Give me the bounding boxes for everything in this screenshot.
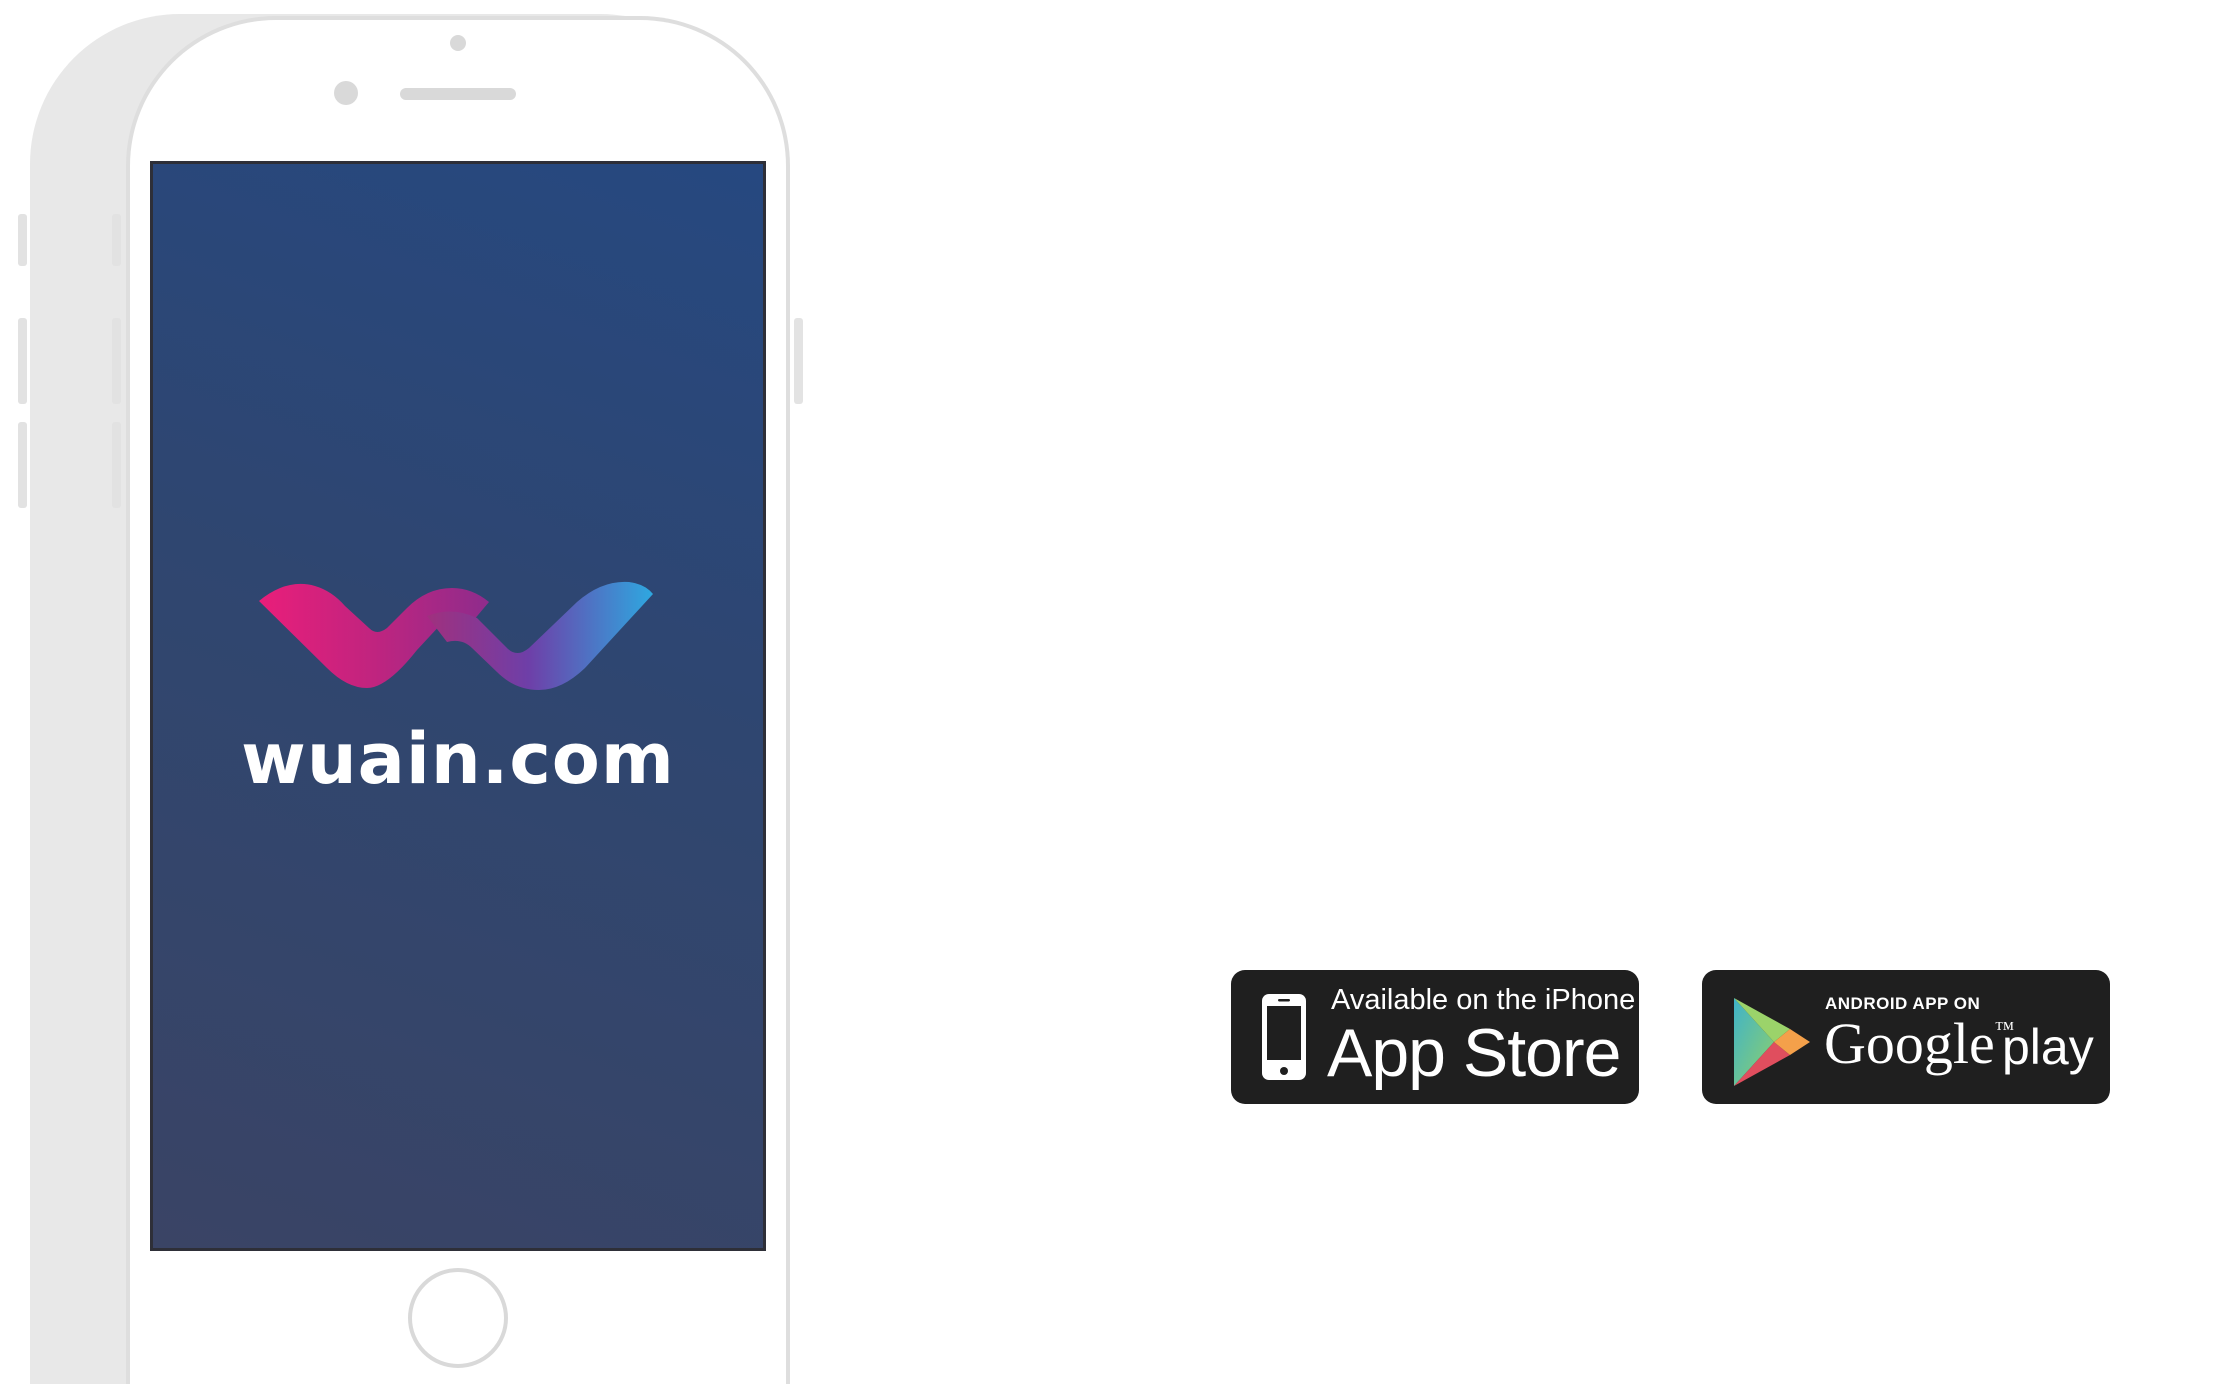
page: wuain.com Available on the iPhone App St… — [0, 0, 2224, 1384]
app-store-small-text: Available on the iPhone — [1331, 984, 1636, 1016]
play-text: play — [2002, 1019, 2094, 1075]
shadow-side-button — [18, 318, 27, 404]
shadow-side-button — [18, 422, 27, 508]
phone-screen: wuain.com — [150, 161, 766, 1251]
power-button — [794, 318, 803, 404]
wuain-wave-logo-icon — [259, 581, 653, 690]
app-store-badge[interactable]: Available on the iPhone App Store — [1231, 970, 1639, 1104]
home-button[interactable] — [408, 1268, 508, 1368]
iphone-icon — [1262, 994, 1306, 1080]
google-play-triangle-icon — [1734, 998, 1810, 1086]
shadow-side-button — [112, 422, 121, 508]
google-text: Google — [1824, 1011, 1995, 1076]
shadow-side-button — [112, 318, 121, 404]
earpiece-speaker — [400, 88, 516, 100]
shadow-side-button — [112, 214, 121, 266]
front-camera-icon — [334, 81, 358, 105]
brand-name: wuain.com — [241, 718, 675, 800]
proximity-sensor-icon — [450, 35, 466, 51]
shadow-side-button — [18, 214, 27, 266]
google-wordmark: Google™ — [1824, 1010, 2014, 1077]
google-play-badge[interactable]: ANDROID APP ON Google™ play — [1702, 970, 2110, 1104]
app-store-big-text: App Store — [1327, 1015, 1621, 1091]
